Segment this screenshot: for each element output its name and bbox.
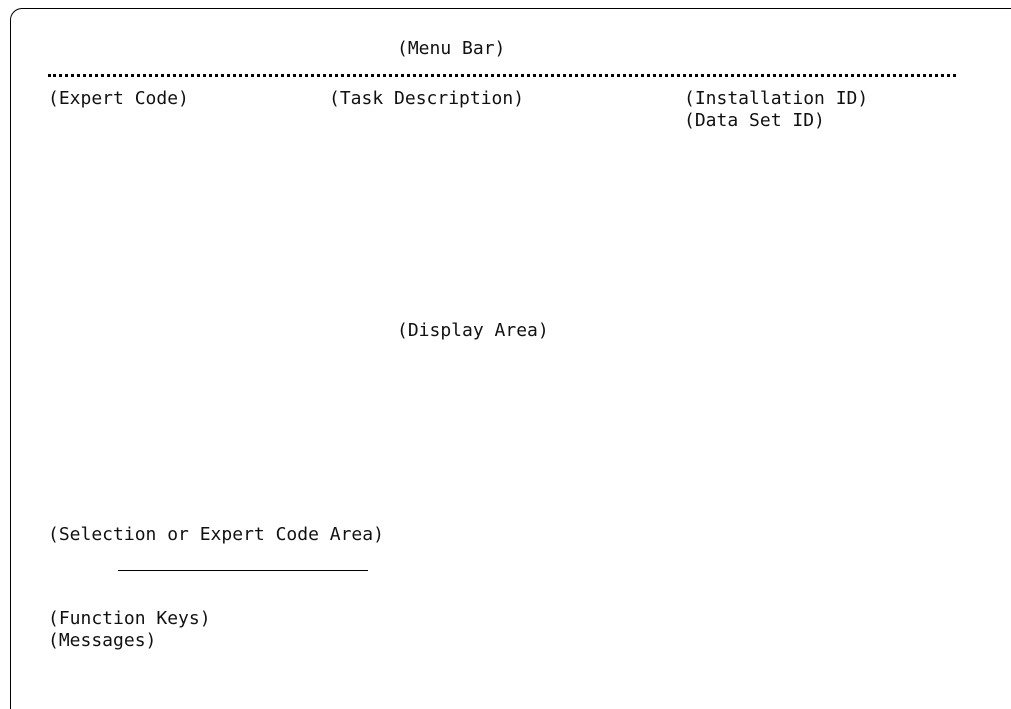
- installation-id-label: (Installation ID): [684, 88, 869, 109]
- function-keys-label[interactable]: (Function Keys): [48, 608, 211, 630]
- selection-input[interactable]: [118, 570, 368, 571]
- display-area: (Display Area): [397, 320, 549, 341]
- data-set-id-label: (Data Set ID): [684, 110, 825, 131]
- expert-code-label: (Expert Code): [48, 88, 189, 109]
- messages-label: (Messages): [48, 630, 157, 651]
- screen-frame: [10, 8, 1011, 709]
- task-description-label: (Task Description): [329, 88, 525, 109]
- selection-area-label: (Selection or Expert Code Area): [48, 524, 384, 545]
- menu-bar[interactable]: (Menu Bar): [397, 38, 505, 60]
- menu-separator: [48, 74, 956, 77]
